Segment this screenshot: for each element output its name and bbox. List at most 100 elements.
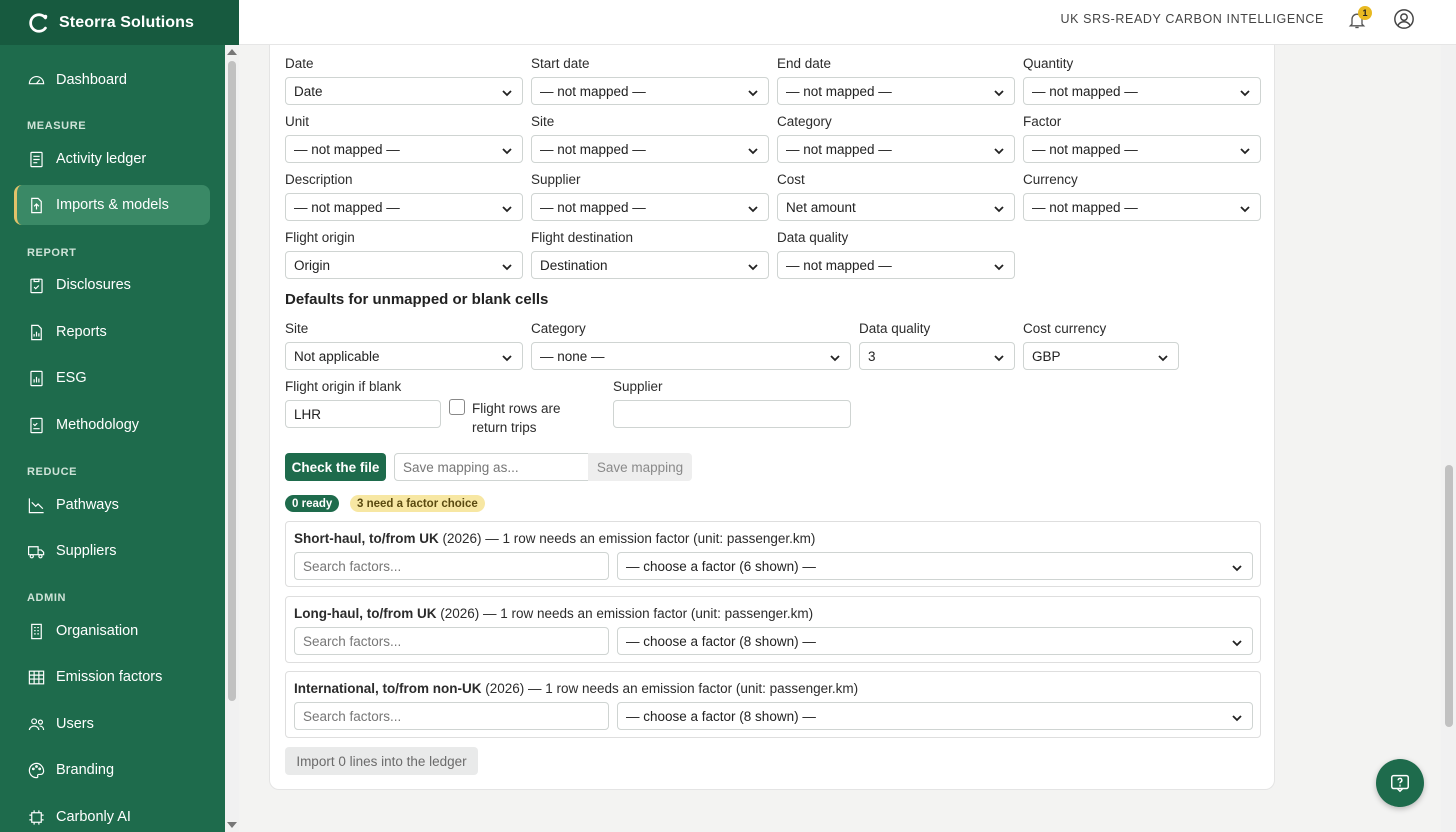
scroll-down-icon[interactable] <box>227 822 237 828</box>
factor-select[interactable]: — not mapped — <box>1023 135 1261 163</box>
table-icon <box>28 670 45 684</box>
end-date-select[interactable]: — not mapped — <box>777 77 1015 105</box>
sidebar-item-label: Methodology <box>56 417 140 433</box>
section-label-measure: MEASURE <box>27 120 87 132</box>
field-currency: Currency — not mapped — <box>1023 172 1261 221</box>
sidebar-item-label: Suppliers <box>56 543 117 559</box>
truck-icon <box>27 545 45 558</box>
factor-choice-select[interactable]: — choose a factor (8 shown) — <box>617 627 1253 655</box>
factor-search-input[interactable]: Search factors... <box>294 702 609 730</box>
notification-badge: 1 <box>1358 6 1372 20</box>
sidebar-item-methodology[interactable]: Methodology <box>14 405 210 445</box>
save-mapping-button[interactable]: Save mapping <box>588 453 692 481</box>
building-icon <box>31 623 42 639</box>
default-data-quality: Data quality 3 <box>859 321 1015 370</box>
default-supplier: Supplier <box>613 379 851 428</box>
sidebar-item-imports-models[interactable]: Imports & models <box>14 185 210 225</box>
quantity-select[interactable]: — not mapped — <box>1023 77 1261 105</box>
section-label-admin: ADMIN <box>27 592 67 604</box>
default-site-select[interactable]: Not applicable <box>285 342 523 370</box>
field-quantity: Quantity — not mapped — <box>1023 56 1261 105</box>
scrollbar-thumb[interactable] <box>1445 465 1453 727</box>
factor-choice-select[interactable]: — choose a factor (8 shown) — <box>617 702 1253 730</box>
unit-select[interactable]: — not mapped — <box>285 135 523 163</box>
field-label: Flight origin <box>285 230 355 245</box>
account-button[interactable] <box>1393 8 1415 30</box>
flight-origin-select[interactable]: Origin <box>285 251 523 279</box>
factor-choice-select[interactable]: — choose a factor (6 shown) — <box>617 552 1253 580</box>
save-mapping-input[interactable]: Save mapping as... <box>394 453 589 481</box>
scrollbar-thumb[interactable] <box>228 61 236 701</box>
brand-logo-icon <box>29 12 48 33</box>
supplier-select[interactable]: — not mapped — <box>531 193 769 221</box>
import-button[interactable]: Import 0 lines into the ledger <box>285 747 478 775</box>
return-trips-checkbox-group[interactable]: Flight rows are return trips <box>449 399 599 437</box>
field-date: Date Date <box>285 56 523 105</box>
chevron-down-icon <box>1232 711 1242 722</box>
sidebar-item-pathways[interactable]: Pathways <box>14 485 210 525</box>
help-chat-button[interactable] <box>1376 759 1424 807</box>
field-label: Factor <box>1023 114 1062 129</box>
data-quality-select[interactable]: — not mapped — <box>777 251 1015 279</box>
sidebar-item-reports[interactable]: Reports <box>14 312 210 352</box>
main-scrollbar[interactable] <box>1441 45 1456 832</box>
return-trips-checkbox[interactable] <box>449 399 465 415</box>
brand[interactable]: Steorra Solutions <box>0 0 239 45</box>
description-select[interactable]: — not mapped — <box>285 193 523 221</box>
sidebar-item-branding[interactable]: Branding <box>14 750 210 790</box>
default-flight-origin: Flight origin if blank LHR <box>285 379 441 428</box>
sidebar-item-label: Emission factors <box>56 669 163 685</box>
sidebar-item-label: Branding <box>56 762 115 778</box>
sidebar-item-carbonly-ai[interactable]: Carbonly AI <box>14 797 210 832</box>
chevron-down-icon <box>994 144 1004 155</box>
need-factor-badge: 3 need a factor choice <box>350 495 485 512</box>
flight-origin-blank-input[interactable]: LHR <box>285 400 441 428</box>
notifications-button[interactable]: 1 <box>1347 6 1372 32</box>
field-description: Description — not mapped — <box>285 172 523 221</box>
sidebar-item-esg[interactable]: ESG <box>14 358 210 398</box>
factor-search-input[interactable]: Search factors... <box>294 627 609 655</box>
factor-search-input[interactable]: Search factors... <box>294 552 609 580</box>
select-value: GBP <box>1032 348 1061 364</box>
factor-row-detail: (2026) — 1 row needs an emission factor … <box>436 606 814 621</box>
category-select[interactable]: — not mapped — <box>777 135 1015 163</box>
default-data-quality-select[interactable]: 3 <box>859 342 1015 370</box>
factor-row-detail: (2026) — 1 row needs an emission factor … <box>438 531 816 546</box>
field-label: Currency <box>1023 172 1078 187</box>
chevron-down-icon <box>1240 202 1250 213</box>
default-cost-currency-select[interactable]: GBP <box>1023 342 1179 370</box>
field-end-date: End date — not mapped — <box>777 56 1015 105</box>
default-category-select[interactable]: — none — <box>531 342 851 370</box>
sidebar-item-users[interactable]: Users <box>14 704 210 744</box>
default-supplier-input[interactable] <box>613 400 851 428</box>
sidebar-item-dashboard[interactable]: Dashboard <box>14 60 210 100</box>
sidebar-item-label: Dashboard <box>56 72 127 88</box>
brand-name: Steorra Solutions <box>59 13 195 31</box>
start-date-select[interactable]: — not mapped — <box>531 77 769 105</box>
field-label: Description <box>285 172 353 187</box>
sidebar-item-activity-ledger[interactable]: Activity ledger <box>14 139 210 179</box>
sidebar-item-label: Reports <box>56 324 107 340</box>
select-value: Origin <box>294 257 331 273</box>
currency-select[interactable]: — not mapped — <box>1023 193 1261 221</box>
site-select[interactable]: — not mapped — <box>531 135 769 163</box>
flight-destination-select[interactable]: Destination <box>531 251 769 279</box>
scroll-up-icon[interactable] <box>227 49 237 55</box>
chevron-down-icon <box>994 351 1004 362</box>
check-file-button[interactable]: Check the file <box>285 453 386 481</box>
sidebar-item-suppliers[interactable]: Suppliers <box>14 531 210 571</box>
sidebar: Steorra Solutions Dashboard MEASURE Acti… <box>0 0 239 832</box>
select-value: — not mapped — <box>1032 199 1138 215</box>
select-value: — choose a factor (8 shown) — <box>626 708 816 724</box>
sidebar-item-label: Imports & models <box>56 197 169 213</box>
sidebar-item-organisation[interactable]: Organisation <box>14 611 210 651</box>
sidebar-item-emission-factors[interactable]: Emission factors <box>14 657 210 697</box>
sidebar-item-label: Pathways <box>56 497 119 513</box>
sidebar-scrollbar[interactable] <box>225 45 239 832</box>
sidebar-item-disclosures[interactable]: Disclosures <box>14 265 210 305</box>
esg-chart-icon <box>30 370 43 386</box>
field-label: Site <box>285 321 309 336</box>
gauge-icon <box>28 75 45 84</box>
cost-select[interactable]: Net amount <box>777 193 1015 221</box>
date-select[interactable]: Date <box>285 77 523 105</box>
